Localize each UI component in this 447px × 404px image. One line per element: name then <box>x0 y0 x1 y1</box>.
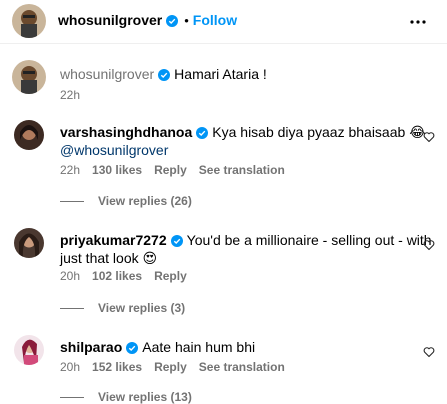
commenter-username[interactable]: shilparao <box>60 339 122 355</box>
verified-badge-icon <box>166 14 179 32</box>
like-heart-icon[interactable] <box>423 130 435 143</box>
likes-count[interactable]: 102 likes <box>92 269 142 283</box>
verified-badge-icon <box>126 340 139 358</box>
comment-text: Aate hain hum bhi <box>142 339 256 355</box>
reply-button[interactable]: Reply <box>154 269 187 283</box>
replies-divider <box>60 397 84 399</box>
see-translation-button[interactable]: See translation <box>199 360 285 374</box>
view-replies-button[interactable]: View replies (26) <box>60 194 192 208</box>
likes-count[interactable]: 130 likes <box>92 163 142 177</box>
view-replies-button[interactable]: View replies (3) <box>60 301 185 315</box>
commenter-username[interactable]: priyakumar7272 <box>60 232 167 248</box>
comment-time: 22h <box>60 163 81 177</box>
avatar[interactable] <box>14 228 44 258</box>
view-replies-label: View replies (3) <box>98 301 186 315</box>
caption-username[interactable]: whosunilgrover <box>60 66 154 82</box>
replies-divider <box>60 308 84 310</box>
avatar-image <box>14 335 44 365</box>
caption-time: 22h <box>60 88 81 102</box>
verified-badge-icon <box>158 67 171 85</box>
comment-text: You'd be a millionaire - selling out - w… <box>186 232 432 248</box>
caption-text: Hamari Ataria ! <box>174 66 267 82</box>
avatar-image <box>14 228 44 258</box>
avatar-image <box>12 4 46 38</box>
reply-button[interactable]: Reply <box>154 360 187 374</box>
see-translation-button[interactable]: See translation <box>199 163 285 177</box>
comment-time: 20h <box>60 269 81 283</box>
avatar[interactable] <box>12 60 46 94</box>
post-header: whosunilgrover • Follow <box>0 0 447 44</box>
heart-eyes-emoji-icon: 😍 <box>142 250 158 266</box>
replies-divider <box>60 201 84 203</box>
verified-badge-icon <box>170 233 183 251</box>
comment-text: Kya hisab diya pyaaz bhaisaab <box>212 124 406 140</box>
comment-text-continued: just that look <box>60 250 139 266</box>
like-heart-icon[interactable] <box>423 238 435 251</box>
comment-time: 20h <box>60 360 81 374</box>
avatar-image <box>12 60 46 94</box>
separator-dot: • <box>184 13 189 28</box>
verified-badge-icon <box>196 125 209 143</box>
avatar-image <box>14 120 44 150</box>
like-heart-icon[interactable] <box>423 345 435 358</box>
view-replies-label: View replies (26) <box>98 194 192 208</box>
more-options-icon[interactable] <box>408 12 428 32</box>
reply-button[interactable]: Reply <box>154 163 187 177</box>
commenter-username[interactable]: varshasinghdhanoa <box>60 124 192 140</box>
follow-button[interactable]: Follow <box>193 12 237 28</box>
mention-link[interactable]: @whosunilgrover <box>60 142 168 158</box>
avatar[interactable] <box>12 4 46 38</box>
likes-count[interactable]: 152 likes <box>92 360 142 374</box>
avatar[interactable] <box>14 120 44 150</box>
avatar[interactable] <box>14 335 44 365</box>
author-username[interactable]: whosunilgrover <box>58 12 162 28</box>
